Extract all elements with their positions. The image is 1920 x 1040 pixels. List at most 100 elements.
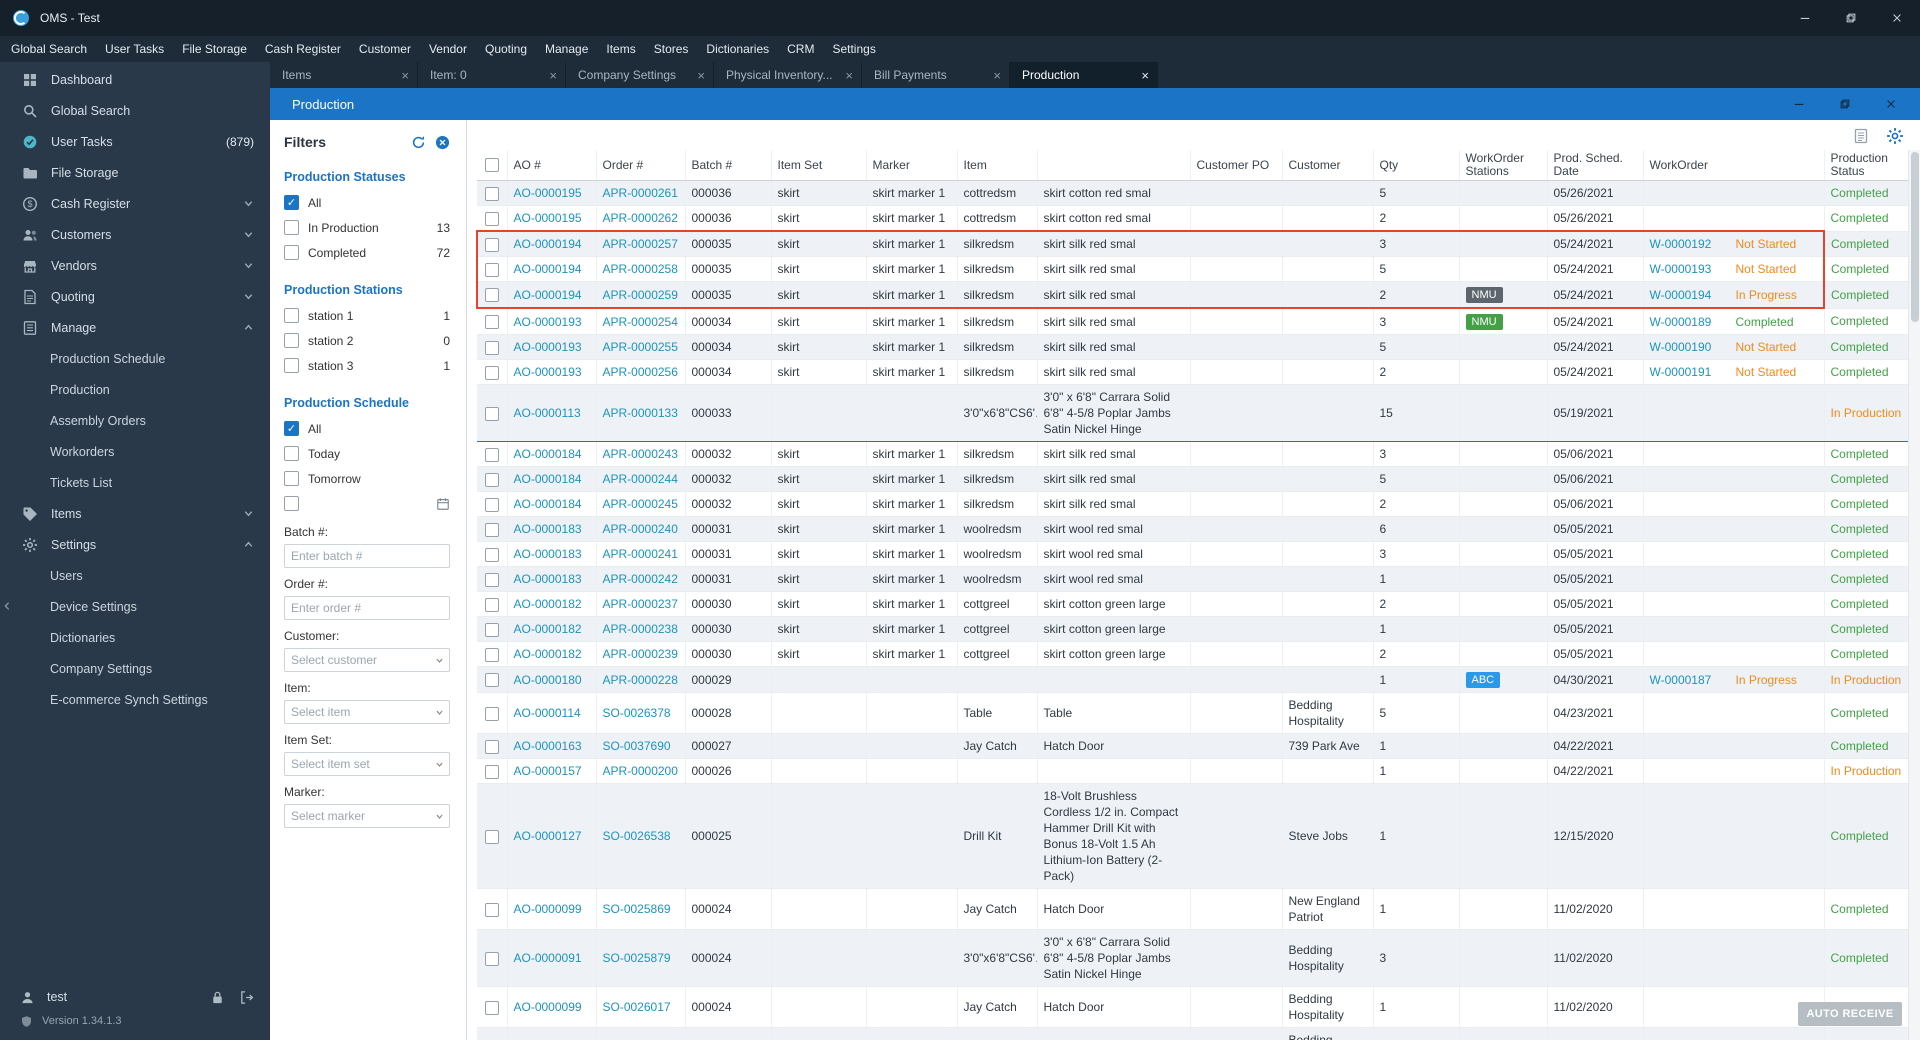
calendar-icon[interactable] xyxy=(436,497,450,511)
ao-link[interactable]: AO-0000163 xyxy=(514,739,582,753)
ao-link[interactable]: AO-0000184 xyxy=(514,497,582,511)
ao-link[interactable]: AO-0000183 xyxy=(514,547,582,561)
vertical-scrollbar[interactable] xyxy=(1908,150,1920,1040)
ao-link[interactable]: AO-0000193 xyxy=(514,315,582,329)
order-link[interactable]: APR-0000257 xyxy=(603,237,678,251)
order-link[interactable]: APR-0000255 xyxy=(603,340,678,354)
row-checkbox[interactable] xyxy=(484,764,499,779)
menu-item-vendor[interactable]: Vendor xyxy=(420,36,476,62)
clear-filters-icon[interactable] xyxy=(435,135,450,150)
ao-link[interactable]: AO-0000183 xyxy=(514,572,582,586)
ao-link[interactable]: AO-0000114 xyxy=(514,706,581,720)
ao-link[interactable]: AO-0000113 xyxy=(514,406,581,420)
select-item-control[interactable] xyxy=(284,700,450,724)
production-minimize-button[interactable] xyxy=(1776,88,1822,120)
tab-close-icon[interactable]: × xyxy=(549,69,557,82)
order-link[interactable]: APR-0000262 xyxy=(603,211,678,225)
select-marker-control[interactable] xyxy=(284,804,450,828)
select-customer-control[interactable] xyxy=(284,648,450,672)
sidebar-item-e-commerce-synch-settings[interactable]: E-commerce Synch Settings xyxy=(0,684,270,715)
row-checkbox[interactable] xyxy=(484,572,499,587)
scrollbar-thumb[interactable] xyxy=(1911,152,1919,322)
ao-link[interactable]: AO-0000184 xyxy=(514,447,582,461)
row-checkbox[interactable] xyxy=(484,315,499,330)
sidebar-item-customers[interactable]: Customers xyxy=(0,219,270,250)
order-link[interactable]: APR-0000245 xyxy=(603,497,678,511)
order-link[interactable]: SO-0037690 xyxy=(603,739,671,753)
order-link[interactable]: SO-0026378 xyxy=(603,706,671,720)
checkbox[interactable] xyxy=(284,496,299,511)
column-header-prod-sched-date[interactable]: Prod. Sched. Date xyxy=(1547,150,1644,181)
sidebar-item-device-settings[interactable]: Device Settings xyxy=(0,591,270,622)
column-header-marker[interactable]: Marker xyxy=(866,150,958,181)
sidebar-item-vendors[interactable]: Vendors xyxy=(0,250,270,281)
checkbox[interactable] xyxy=(284,195,299,210)
row-checkbox[interactable] xyxy=(484,365,499,380)
sidebar-item-assembly-orders[interactable]: Assembly Orders xyxy=(0,405,270,436)
sidebar-item-tickets-list[interactable]: Tickets List xyxy=(0,467,270,498)
tab-company-settings[interactable]: Company Settings × xyxy=(566,62,714,88)
sidebar-item-file-storage[interactable]: File Storage xyxy=(0,157,270,188)
tab-close-icon[interactable]: × xyxy=(1141,69,1149,82)
menu-item-settings[interactable]: Settings xyxy=(823,36,884,62)
row-checkbox[interactable] xyxy=(484,597,499,612)
order-link[interactable]: APR-0000243 xyxy=(603,447,678,461)
checkbox[interactable] xyxy=(284,446,299,461)
export-list-icon[interactable] xyxy=(1853,128,1869,144)
close-button[interactable] xyxy=(1874,0,1920,36)
sidebar-item-company-settings[interactable]: Company Settings xyxy=(0,653,270,684)
tab-close-icon[interactable]: × xyxy=(697,69,705,82)
order-link[interactable]: APR-0000254 xyxy=(603,315,678,329)
workorder-link[interactable]: W-0000189 xyxy=(1650,314,1736,330)
sidebar-item-items[interactable]: Items xyxy=(0,498,270,529)
order-link[interactable]: SO-0026017 xyxy=(603,1000,671,1014)
menu-item-cash-register[interactable]: Cash Register xyxy=(256,36,350,62)
tab-item-0[interactable]: Item: 0 × xyxy=(418,62,566,88)
column-header-item-set[interactable]: Item Set xyxy=(771,150,867,181)
order-link[interactable]: SO-0025869 xyxy=(603,902,671,916)
ao-link[interactable]: AO-0000091 xyxy=(514,951,582,965)
ao-link[interactable]: AO-0000127 xyxy=(514,829,582,843)
column-header-batch[interactable]: Batch # xyxy=(685,150,772,181)
workorder-link[interactable]: W-0000187 xyxy=(1650,672,1736,688)
row-checkbox[interactable] xyxy=(484,547,499,562)
order-link[interactable]: SO-0025879 xyxy=(603,951,671,965)
column-header-item[interactable]: Item xyxy=(957,150,1038,181)
order-link[interactable]: APR-0000237 xyxy=(603,597,678,611)
sidebar-item-cash-register[interactable]: $ Cash Register xyxy=(0,188,270,219)
workorder-link[interactable]: W-0000192 xyxy=(1650,236,1736,252)
ao-link[interactable]: AO-0000182 xyxy=(514,622,582,636)
ao-link[interactable]: AO-0000184 xyxy=(514,472,582,486)
collapse-panel-arrow-icon[interactable] xyxy=(2,600,12,612)
select-item-set-control[interactable] xyxy=(284,752,450,776)
row-checkbox[interactable] xyxy=(484,447,499,462)
ao-link[interactable]: AO-0000182 xyxy=(514,597,582,611)
table-settings-gear-icon[interactable] xyxy=(1886,127,1904,145)
sidebar-item-quoting[interactable]: Quoting xyxy=(0,281,270,312)
row-checkbox[interactable] xyxy=(484,340,499,355)
row-checkbox[interactable] xyxy=(484,1000,499,1015)
order-link[interactable]: APR-0000241 xyxy=(603,547,678,561)
maximize-button[interactable] xyxy=(1828,0,1874,36)
sidebar-item-dashboard[interactable]: Dashboard xyxy=(0,64,270,95)
row-checkbox[interactable] xyxy=(484,951,499,966)
row-checkbox[interactable] xyxy=(484,739,499,754)
ao-link[interactable]: AO-0000180 xyxy=(514,673,582,687)
tab-production[interactable]: Production × xyxy=(1010,62,1158,88)
row-checkbox[interactable] xyxy=(484,902,499,917)
sidebar-item-manage[interactable]: Manage xyxy=(0,312,270,343)
row-checkbox[interactable] xyxy=(484,522,499,537)
row-checkbox[interactable] xyxy=(484,472,499,487)
checkbox[interactable] xyxy=(284,308,299,323)
column-header-customer-po[interactable]: Customer PO xyxy=(1190,150,1283,181)
sidebar-item-user-tasks[interactable]: User Tasks (879) xyxy=(0,126,270,157)
sidebar-item-dictionaries[interactable]: Dictionaries xyxy=(0,622,270,653)
workorder-link[interactable]: W-0000191 xyxy=(1650,364,1736,380)
checkbox[interactable] xyxy=(284,358,299,373)
ao-link[interactable]: AO-0000195 xyxy=(514,211,582,225)
order-link[interactable]: APR-0000239 xyxy=(603,647,678,661)
tab-close-icon[interactable]: × xyxy=(401,69,409,82)
ao-link[interactable]: AO-0000194 xyxy=(514,288,582,302)
order-link[interactable]: APR-0000238 xyxy=(603,622,678,636)
column-header-qty[interactable]: Qty xyxy=(1373,150,1460,181)
